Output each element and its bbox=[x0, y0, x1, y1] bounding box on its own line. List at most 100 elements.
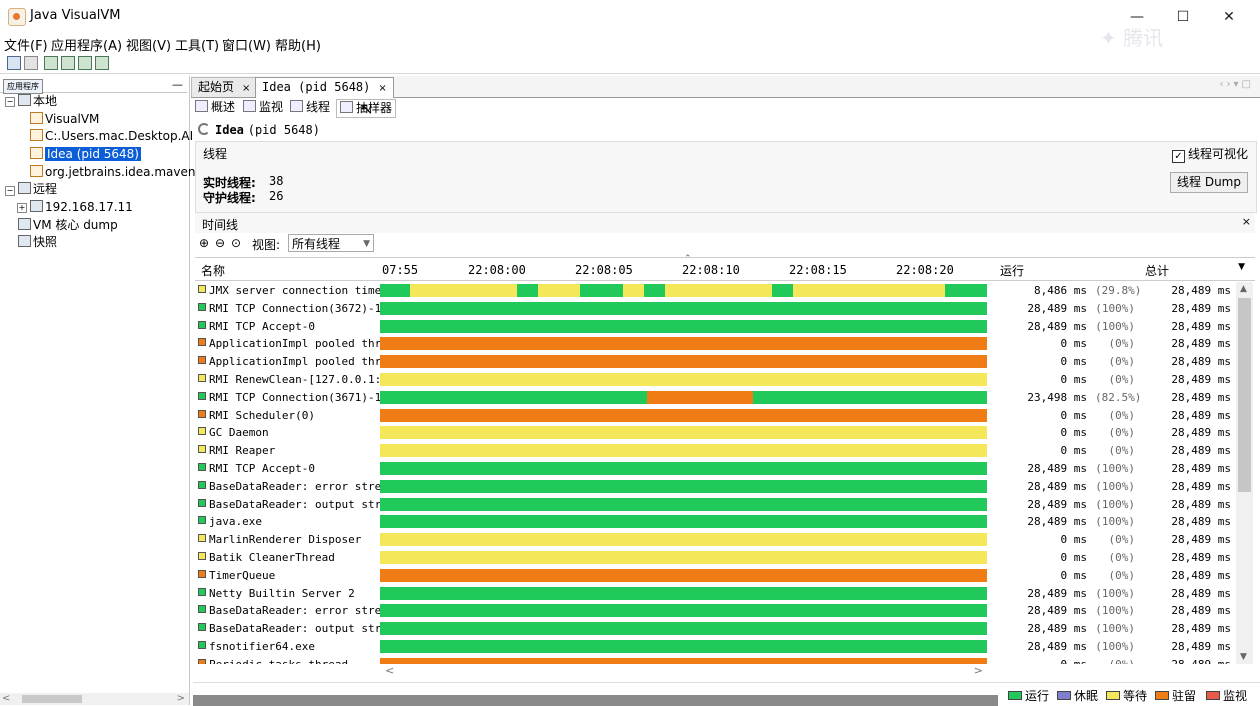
thread-row[interactable]: Batik CleanerThread 0 ms (0%) 28,489 ms bbox=[195, 549, 1235, 567]
thread-row[interactable]: RMI TCP Accept-0 28,489 ms (100%) 28,489 ms bbox=[195, 460, 1235, 478]
scroll-right-arrow-icon[interactable]: > bbox=[177, 693, 185, 704]
checkbox-checked-icon[interactable]: ✓ bbox=[1171, 150, 1185, 163]
thread-timeline-bar bbox=[380, 586, 987, 600]
tree-node-c-users[interactable]: C:.Users.mac.Desktop.AI bbox=[30, 128, 193, 145]
column-total[interactable]: 总计 bbox=[1145, 262, 1169, 279]
close-tab-icon[interactable]: × bbox=[378, 83, 386, 94]
thread-row[interactable]: ApplicationImpl pooled thread 0 ms (0%) 28,… bbox=[195, 353, 1235, 371]
zoom-in-icon[interactable]: ⊕ bbox=[199, 236, 209, 250]
add-remote-host-icon[interactable] bbox=[61, 56, 75, 70]
scroll-left-arrow-icon[interactable]: < bbox=[385, 664, 394, 677]
thread-row[interactable]: fsnotifier64.exe 28,489 ms (100%) 28,489 ms bbox=[195, 638, 1235, 656]
thread-row[interactable]: RMI Scheduler(0) 0 ms (0%) 28,489 ms bbox=[195, 407, 1235, 425]
scrollbar-thumb[interactable] bbox=[22, 695, 82, 703]
thread-row[interactable]: MarlinRenderer Disposer 0 ms (0%) 28,489 ms bbox=[195, 531, 1235, 549]
menu-help[interactable]: 帮助(H) bbox=[275, 35, 321, 54]
thread-row[interactable]: ApplicationImpl pooled thread 0 ms (0%) 28,… bbox=[195, 335, 1235, 353]
time-tick-label: 22:08:05 bbox=[575, 263, 633, 277]
thread-list-vertical-scrollbar[interactable]: ▲ ▼ bbox=[1236, 282, 1253, 664]
menu-view[interactable]: 视图(V) bbox=[126, 35, 171, 54]
thread-row[interactable]: java.exe 28,489 ms (100%) 28,489 ms bbox=[195, 513, 1235, 531]
thread-row[interactable]: RMI Reaper 0 ms (0%) 28,489 ms bbox=[195, 442, 1235, 460]
tree-node-snapshot[interactable]: 快照 bbox=[18, 234, 57, 251]
add-jmx-connection-icon[interactable] bbox=[44, 56, 58, 70]
thread-timeline-bar bbox=[380, 497, 987, 511]
close-tab-icon[interactable]: × bbox=[242, 83, 250, 94]
thread-row[interactable]: BaseDataReader: error stream 28,489 ms (10… bbox=[195, 478, 1235, 496]
minimize-panel-button[interactable]: — bbox=[172, 78, 183, 91]
tree-node-core-dump[interactable]: VM 核心 dump bbox=[18, 217, 118, 234]
window-title: Java VisualVM bbox=[30, 8, 121, 23]
thread-dump-icon[interactable] bbox=[95, 56, 109, 70]
zoom-fit-icon[interactable]: ⊙ bbox=[231, 236, 241, 250]
column-name[interactable]: 名称 bbox=[201, 262, 225, 279]
scrollbar-thumb[interactable] bbox=[1238, 298, 1251, 492]
timeline-segment-waiting bbox=[537, 284, 581, 297]
tab-navigation-arrows-icon[interactable]: ‹›▾□ bbox=[1220, 79, 1254, 90]
thread-dump-button[interactable]: 线程 Dump bbox=[1170, 172, 1248, 193]
legend-item-sleeping: 休眠 bbox=[1057, 687, 1098, 704]
running-percent: (0%) bbox=[1108, 373, 1136, 386]
menu-window[interactable]: 窗口(W) bbox=[222, 35, 271, 54]
thread-row[interactable]: BaseDataReader: error stream 28,489 ms (10… bbox=[195, 602, 1235, 620]
tab-idea-pid[interactable]: Idea (pid 5648) × bbox=[255, 77, 394, 98]
maximize-window-button[interactable]: ☐ bbox=[1160, 4, 1206, 30]
tree-node-visualvm[interactable]: VisualVM bbox=[30, 111, 99, 128]
tree-node-local[interactable]: 本地 bbox=[18, 93, 57, 110]
thread-timeline-bar bbox=[380, 444, 987, 458]
tree-node-remote[interactable]: 远程 bbox=[18, 181, 57, 198]
threads-section-title: 线程 bbox=[203, 147, 228, 161]
thread-row[interactable]: RMI TCP Accept-0 28,489 ms (100%) 28,489 ms bbox=[195, 318, 1235, 336]
tab-overview[interactable]: 概述 bbox=[195, 99, 235, 116]
close-timeline-icon[interactable]: × bbox=[1242, 215, 1251, 228]
timeline-segment-running bbox=[380, 319, 987, 333]
thread-row[interactable]: Netty Builtin Server 2 28,489 ms (100%) 28,… bbox=[195, 585, 1235, 603]
thread-timeline-bar bbox=[380, 319, 987, 333]
thread-row[interactable]: RMI RenewClean-[127.0.0.1:5 0 ms (0%) 28,48… bbox=[195, 371, 1235, 389]
collapse-local-toggle[interactable]: − bbox=[5, 97, 15, 107]
menu-tools[interactable]: 工具(T) bbox=[175, 35, 219, 54]
menu-file[interactable]: 文件(F) bbox=[4, 35, 48, 54]
thread-row[interactable]: GC Daemon 0 ms (0%) 28,489 ms bbox=[195, 424, 1235, 442]
view-select[interactable]: 所有线程 ▼ bbox=[288, 234, 374, 252]
tree-node-maven[interactable]: org.jetbrains.idea.maven bbox=[30, 164, 195, 181]
open-snapshot-icon[interactable] bbox=[7, 56, 21, 70]
expand-remote-host-toggle[interactable]: + bbox=[17, 203, 27, 213]
tab-monitor[interactable]: 监视 bbox=[243, 99, 283, 116]
tab-threads[interactable]: 线程 bbox=[290, 99, 330, 116]
thread-name: MarlinRenderer Disposer bbox=[198, 531, 380, 549]
tab-start-page[interactable]: 起始页 × bbox=[191, 77, 257, 97]
thread-name: RMI TCP Connection(3671)-127.0.0.1 bbox=[198, 389, 380, 407]
close-window-button[interactable]: ✕ bbox=[1206, 4, 1252, 30]
toolbar bbox=[0, 53, 1260, 74]
scroll-up-arrow-icon[interactable]: ▲ bbox=[1240, 284, 1247, 294]
timeline-segment-parked bbox=[380, 355, 987, 369]
thread-row[interactable]: Periodic tasks thread 0 ms (0%) 28,489 ms bbox=[195, 656, 1235, 664]
thread-row[interactable]: RMI TCP Connection(3671)-127.0.0.1 23,498… bbox=[195, 389, 1235, 407]
tree-node-idea[interactable]: Idea (pid 5648) bbox=[30, 146, 141, 163]
thread-row[interactable]: RMI TCP Connection(3672)-127.0.0.1 28,489… bbox=[195, 300, 1235, 318]
scroll-left-arrow-icon[interactable]: < bbox=[2, 693, 10, 704]
column-running[interactable]: 运行 bbox=[1000, 262, 1024, 279]
scroll-down-arrow-icon[interactable]: ▼ bbox=[1240, 652, 1247, 662]
save-icon[interactable] bbox=[24, 56, 38, 70]
left-panel-horizontal-scrollbar[interactable]: < > bbox=[0, 693, 189, 705]
timeline-scroll-strip[interactable] bbox=[193, 695, 998, 706]
column-menu-chevron-icon[interactable]: ▼ bbox=[1238, 262, 1245, 272]
thread-row[interactable]: JMX server connection timeout 8,486 ms (29… bbox=[195, 282, 1235, 300]
heap-dump-icon[interactable] bbox=[78, 56, 92, 70]
thread-row[interactable]: TimerQueue 0 ms (0%) 28,489 ms bbox=[195, 567, 1235, 585]
zoom-out-icon[interactable]: ⊖ bbox=[215, 236, 225, 250]
total-time: 28,489 ms bbox=[1171, 640, 1231, 653]
timeline-horizontal-scrollbar[interactable]: < > bbox=[380, 664, 988, 678]
tree-node-remote-host[interactable]: 192.168.17.11 bbox=[30, 199, 133, 216]
thread-row[interactable]: BaseDataReader: output stream 28,489 ms (1… bbox=[195, 620, 1235, 638]
thread-row[interactable]: BaseDataReader: output stream 28,489 ms (1… bbox=[195, 496, 1235, 514]
thread-state-icon bbox=[198, 285, 206, 293]
collapse-remote-toggle[interactable]: − bbox=[5, 186, 15, 196]
applications-tab[interactable]: 应用程序 bbox=[3, 79, 43, 94]
thread-name: Batik CleanerThread bbox=[198, 549, 380, 567]
thread-visualization-checkbox[interactable]: ✓ 线程可视化 bbox=[1171, 145, 1248, 163]
menu-application[interactable]: 应用程序(A) bbox=[51, 35, 122, 54]
scroll-right-arrow-icon[interactable]: > bbox=[974, 664, 983, 677]
